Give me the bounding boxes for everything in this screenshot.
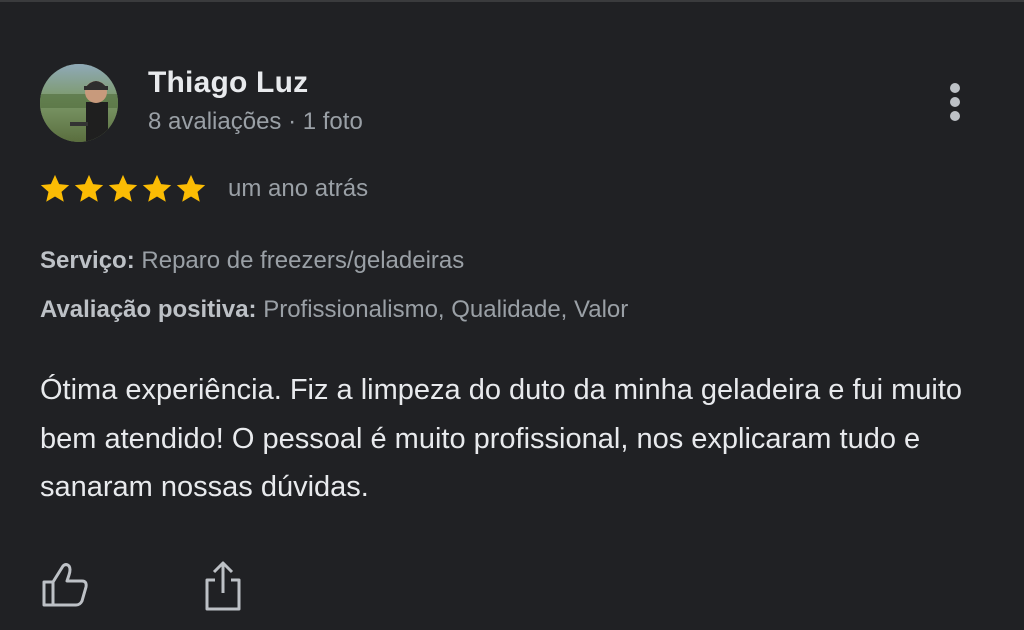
review-card: Thiago Luz 8 avaliações · 1 foto um ano … [0,0,1024,630]
service-value: Reparo de freezers/geladeiras [141,247,465,274]
star-icon [40,174,70,202]
more-options-button[interactable] [938,80,972,124]
service-label: Serviço: [40,247,135,274]
avatar[interactable] [40,64,118,142]
author-name[interactable]: Thiago Luz [148,66,308,100]
share-icon [205,561,241,611]
avatar-photo [40,64,118,142]
service-detail: Serviço: Reparo de freezers/geladeiras [40,247,464,275]
review-text: Ótima experiência. Fiz a limpeza do duto… [40,374,963,503]
positive-label: Avaliação positiva: [40,296,257,323]
positive-value: Profissionalismo, Qualidade, Valor [263,296,629,323]
like-button[interactable] [40,562,90,608]
more-vert-icon [950,83,960,121]
star-icon [108,174,138,202]
review-time: um ano atrás [228,175,369,202]
share-button[interactable] [200,560,246,612]
thumb-up-icon [42,563,88,607]
star-icon [142,174,172,202]
star-rating [38,172,208,206]
author-meta: 8 avaliações · 1 foto [148,108,363,135]
positive-detail: Avaliação positiva: Profissionalismo, Qu… [40,296,628,324]
star-icon [74,174,104,202]
star-icon [176,174,206,202]
